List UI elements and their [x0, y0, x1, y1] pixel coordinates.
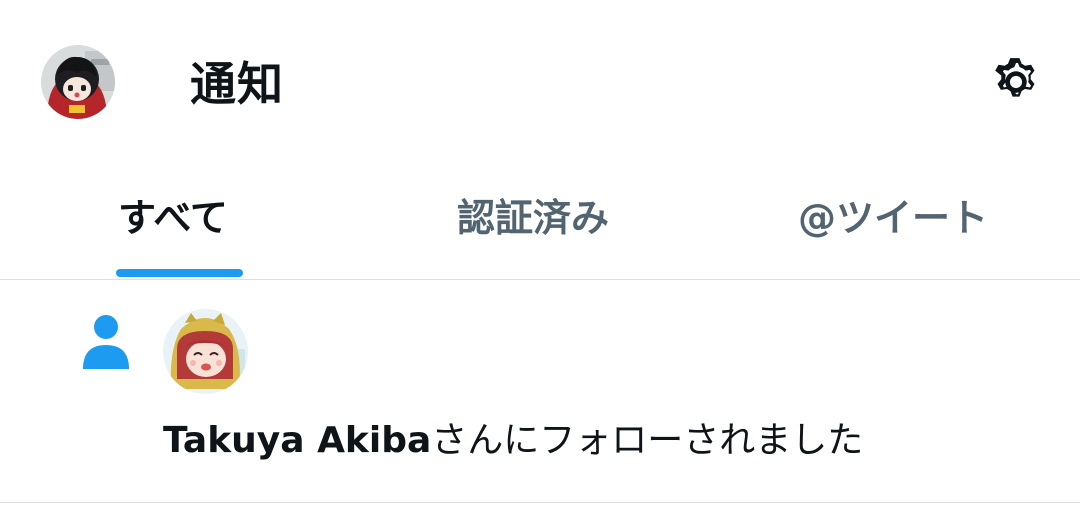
tab-mentions[interactable]: @ツイート — [798, 188, 988, 248]
notifications-screen: 通知 すべて 認証済み @ツイート Takuya Akibaさんにフォローされま… — [0, 0, 1080, 511]
follower-avatar-icon — [163, 309, 248, 394]
user-avatar-icon — [41, 45, 115, 119]
header: 通知 — [0, 0, 1080, 150]
notification-item[interactable]: Takuya Akibaさんにフォローされました — [0, 280, 1080, 502]
notification-divider — [0, 502, 1080, 503]
follower-name-link[interactable]: Takuya Akiba — [163, 420, 431, 461]
profile-avatar[interactable] — [41, 45, 115, 119]
person-icon — [83, 315, 129, 369]
settings-button[interactable] — [986, 52, 1046, 112]
gear-icon — [995, 58, 1035, 97]
tab-bar: すべて 認証済み @ツイート — [0, 170, 1080, 280]
tab-verified[interactable]: 認証済み — [457, 188, 609, 248]
tab-all[interactable]: すべて — [118, 188, 228, 248]
active-tab-indicator — [116, 269, 243, 277]
page-title: 通知 — [190, 57, 284, 111]
notification-message: Takuya Akibaさんにフォローされました — [163, 416, 863, 466]
notification-suffix: さんにフォローされました — [431, 420, 864, 461]
follower-avatar[interactable] — [163, 309, 248, 394]
